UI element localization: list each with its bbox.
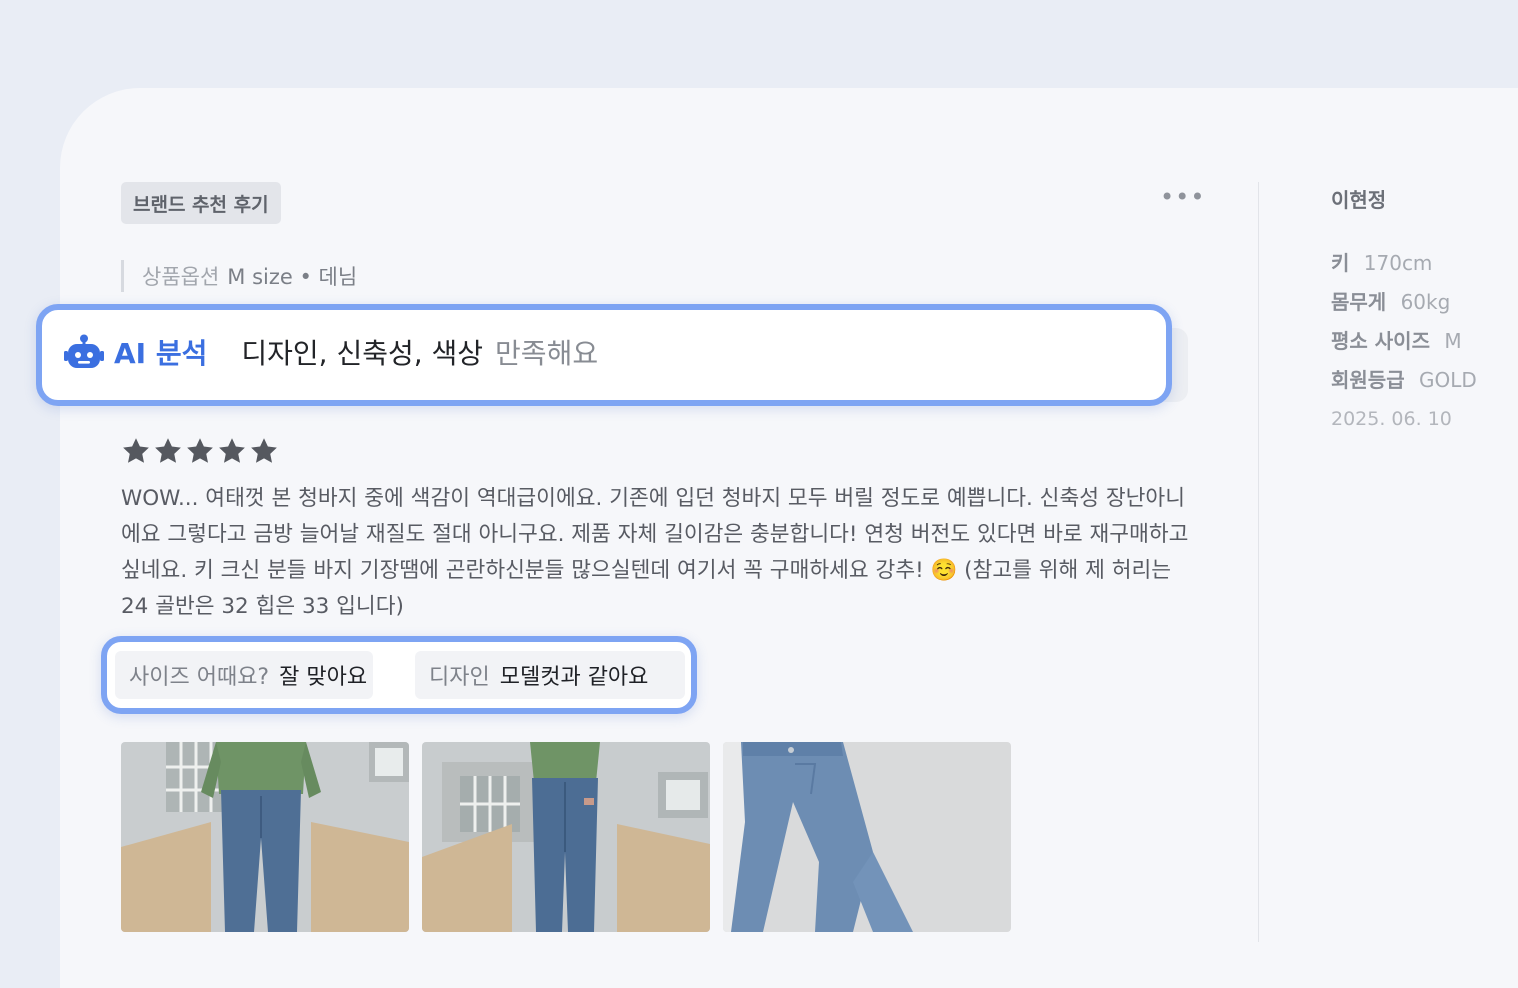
product-option-value: M size • 데님 [227,265,358,289]
back-view-jeans-photo[interactable] [422,742,710,932]
size-tag-question: 사이즈 어때요? [129,665,270,690]
more-icon[interactable]: ••• [1160,185,1205,209]
design-tag: 디자인 모델컷과 같아요 [415,651,685,699]
star-icon [187,438,213,463]
review-text: WOW... 여태껏 본 청바지 중에 색감이 역대급이에요. 기존에 입던 청… [121,486,1189,619]
reviewer-membership: 회원등급 GOLD [1331,364,1477,392]
size-tag: 사이즈 어때요? 잘 맞아요 [115,651,373,699]
sidebar-divider [1258,182,1259,942]
detail-value: 170cm [1363,251,1433,275]
review-tags-box: 사이즈 어때요? 잘 맞아요 디자인 모델컷과 같아요 [101,636,697,714]
detail-value: 60kg [1400,290,1451,314]
detail-key: 회원등급 [1331,368,1405,392]
product-option: 상품옵션 M size • 데님 [121,260,357,292]
product-option-label: 상품옵션 [142,265,220,289]
reviewer-profile: 이현정 키 170cm 몸무게 60kg 평소 사이즈 M 회원등급 GOLD … [1331,184,1477,430]
brand-recommended-badge: 브랜드 추천 후기 [121,182,281,224]
star-icon [155,438,181,463]
front-view-jeans-photo[interactable] [121,742,409,932]
ai-analysis-label: AI 분석 [114,337,208,370]
star-icon [123,438,149,463]
detail-key: 평소 사이즈 [1331,329,1430,353]
flat-lay-jeans-photo[interactable] [723,742,1011,932]
ai-analysis-suffix: 만족해요 [495,337,599,370]
reviewer-weight: 몸무게 60kg [1331,286,1477,314]
star-icon [251,438,277,463]
ai-analysis-box: AI 분석 디자인, 신축성, 색상 만족해요 [36,304,1172,406]
detail-value: M [1444,329,1462,353]
robot-icon [64,334,104,368]
review-date: 2025. 06. 10 [1331,408,1452,430]
design-tag-question: 디자인 [429,665,490,690]
reviewer-usual-size: 평소 사이즈 M [1331,325,1477,353]
detail-key: 키 [1331,251,1350,275]
design-tag-answer: 모델컷과 같아요 [499,665,649,690]
reviewer-height: 키 170cm [1331,247,1477,275]
rating-stars [121,436,279,466]
star-icon [219,438,245,463]
reviewer-name: 이현정 [1331,188,1387,212]
detail-key: 몸무게 [1331,290,1387,314]
size-tag-answer: 잘 맞아요 [279,665,368,690]
ai-analysis-keywords: 디자인, 신축성, 색상 [241,337,484,370]
detail-value: GOLD [1418,368,1477,392]
